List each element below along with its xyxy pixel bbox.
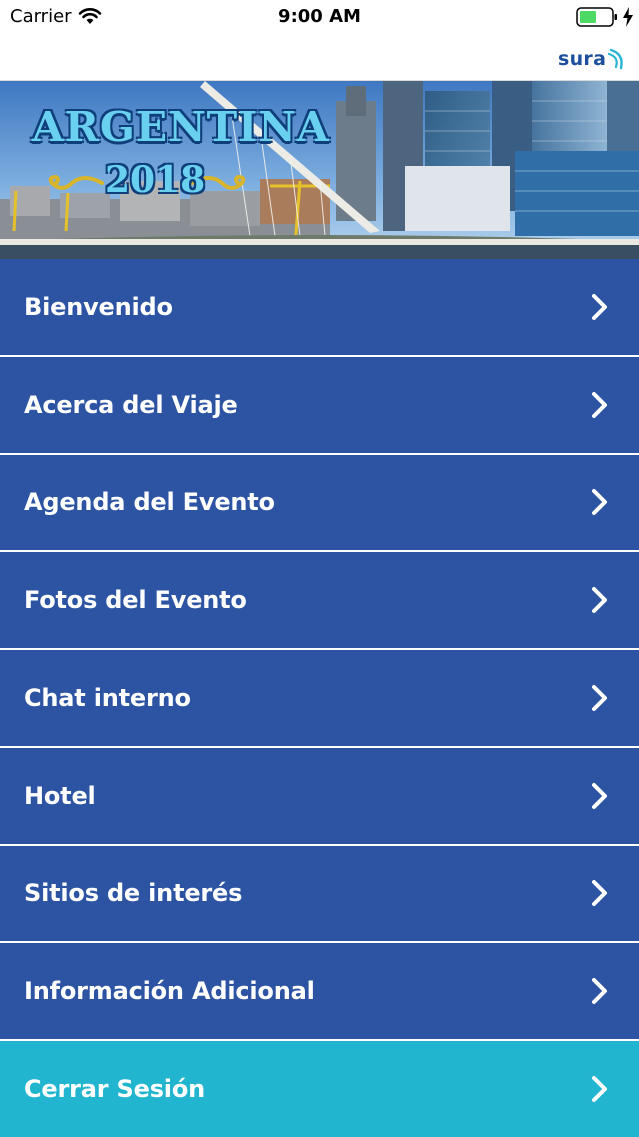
menu-item-agenda-del-evento[interactable]: Agenda del Evento [0,454,639,553]
battery-icon [576,7,618,31]
status-time: 9:00 AM [278,6,361,27]
ornament-left-icon [48,174,104,190]
menu-item-label: Sitios de interés [24,879,243,908]
logout-label: Cerrar Sesión [24,1075,205,1103]
menu-item-fotos-del-evento[interactable]: Fotos del Evento [0,552,639,650]
main-menu: Bienvenido Acerca del Viaje Agenda del E… [0,259,639,1137]
chevron-right-icon [592,391,607,418]
chevron-right-icon [592,587,607,614]
menu-item-label: Chat interno [24,683,191,712]
menu-item-chat-interno[interactable]: Chat interno [0,650,639,748]
sura-logo-text: sura [558,48,607,70]
chevron-right-icon [592,1076,607,1102]
sura-logo: sura [558,48,628,70]
chevron-right-icon [592,489,607,516]
menu-item-label: Agenda del Evento [24,488,275,517]
menu-item-acerca-del-viaje[interactable]: Acerca del Viaje [0,356,639,455]
chevron-right-icon [592,782,607,809]
menu-item-label: Información Adicional [24,977,315,1006]
menu-item-sitios-de-interes[interactable]: Sitios de interés [0,845,639,944]
menu-item-label: Hotel [24,781,96,810]
chevron-right-icon [592,880,607,907]
banner-title: ARGENTINA [32,103,330,151]
menu-item-informacion-adicional[interactable]: Información Adicional [0,943,639,1041]
charging-bolt-icon [622,7,634,31]
menu-item-bienvenido[interactable]: Bienvenido [0,259,639,357]
banner-year: 2018 [105,159,206,201]
chevron-right-icon [592,684,607,711]
menu-item-hotel[interactable]: Hotel [0,747,639,846]
chevron-right-icon [592,978,607,1005]
menu-item-label: Fotos del Evento [24,586,247,615]
menu-item-label: Acerca del Viaje [24,390,238,419]
chevron-right-icon [592,293,607,320]
logout-button[interactable]: Cerrar Sesión [0,1041,639,1137]
sura-swoosh-icon [608,48,623,70]
hero-banner: ARGENTINA 2018 [0,81,639,259]
status-bar: Carrier 9:00 AM [0,0,639,36]
menu-item-label: Bienvenido [24,292,173,321]
header-bar: sura [0,36,639,81]
